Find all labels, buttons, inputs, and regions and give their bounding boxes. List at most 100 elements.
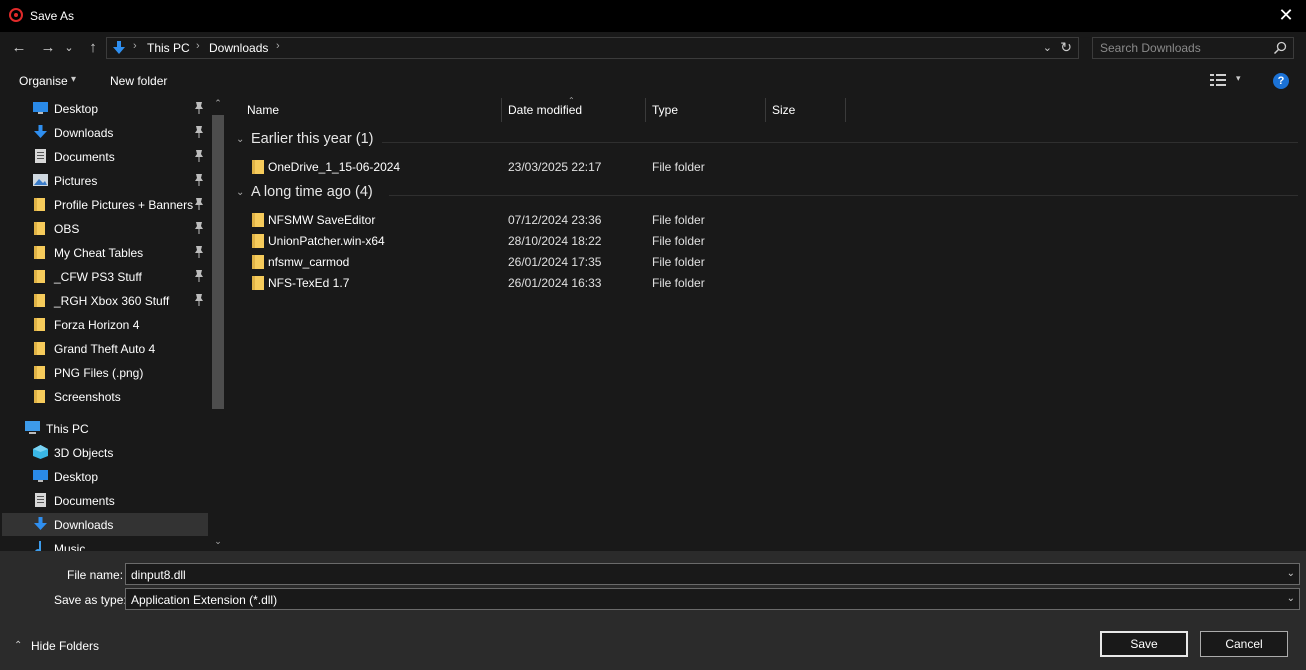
close-button[interactable]: ✕ bbox=[1274, 4, 1298, 28]
group-header[interactable]: ⌄ Earlier this year (1) bbox=[236, 131, 1296, 151]
sidebar-item-label: _RGH Xbox 360 Stuff bbox=[54, 294, 170, 308]
chevron-down-icon[interactable]: ⌄ bbox=[1287, 568, 1295, 579]
search-input[interactable]: Search Downloads bbox=[1092, 37, 1294, 59]
breadcrumb-separator: › bbox=[276, 40, 280, 52]
file-row[interactable]: OneDrive_1_15-06-2024 23/03/2025 22:17 Fil… bbox=[228, 156, 1298, 177]
chevron-down-icon[interactable]: ⌄ bbox=[236, 187, 244, 198]
sidebar-item-this-pc[interactable]: This PC bbox=[2, 417, 208, 440]
sidebar-item-this-pc-documents[interactable]: Documents bbox=[2, 489, 208, 512]
file-name: nfsmw_carmod bbox=[268, 255, 350, 269]
file-name-input[interactable]: dinput8.dll ⌄ bbox=[125, 563, 1300, 585]
sidebar-item-label: Documents bbox=[54, 150, 115, 164]
forward-button[interactable]: → bbox=[38, 38, 58, 58]
column-header-name[interactable]: Name bbox=[247, 103, 279, 121]
sidebar-item-rgh-xbox-360-stuff[interactable]: _RGH Xbox 360 Stuff bbox=[2, 289, 208, 312]
folder-icon bbox=[252, 213, 264, 227]
refresh-icon[interactable]: ↻ bbox=[1060, 39, 1072, 56]
sidebar-item-this-pc-downloads[interactable]: Downloads bbox=[2, 513, 208, 536]
new-folder-button[interactable]: New folder bbox=[110, 74, 167, 88]
file-row[interactable]: NFSMW SaveEditor 07/12/2024 23:36 File fol… bbox=[228, 209, 1298, 230]
hide-folders-button[interactable]: Hide Folders bbox=[31, 639, 99, 653]
column-divider[interactable] bbox=[501, 98, 502, 122]
sidebar-item-this-pc-music[interactable]: Music bbox=[2, 537, 208, 551]
view-options-icon[interactable] bbox=[1210, 74, 1226, 86]
scroll-down-icon[interactable]: ⌄ bbox=[212, 536, 224, 547]
column-header-size[interactable]: Size bbox=[772, 103, 795, 121]
sidebar-item-label: Desktop bbox=[54, 102, 99, 116]
sidebar-item-obs[interactable]: OBS bbox=[2, 217, 208, 240]
sidebar-item-forza-horizon-4[interactable]: Forza Horizon 4 bbox=[2, 313, 208, 336]
sidebar-item-desktop[interactable]: Desktop bbox=[2, 97, 208, 120]
sidebar-item-documents[interactable]: Documents bbox=[2, 145, 208, 168]
chevron-down-icon[interactable]: ⌄ bbox=[1287, 593, 1295, 604]
address-dropdown-icon[interactable]: ⌄ bbox=[1043, 41, 1052, 54]
sidebar-item-screenshots[interactable]: Screenshots bbox=[2, 385, 208, 408]
file-date-modified: 07/12/2024 23:36 bbox=[508, 213, 602, 227]
documents-icon bbox=[35, 493, 46, 507]
column-divider[interactable] bbox=[645, 98, 646, 122]
group-label: Earlier this year (1) bbox=[251, 131, 374, 147]
desktop-icon bbox=[33, 102, 48, 114]
address-bar[interactable]: › This PC › Downloads › ⌄ ↻ bbox=[106, 37, 1079, 59]
file-name-label: File name: bbox=[67, 568, 124, 582]
file-row[interactable]: NFS-TexEd 1.7 26/01/2024 16:33 File folder bbox=[228, 272, 1298, 293]
scroll-up-icon[interactable]: ⌃ bbox=[212, 98, 224, 109]
search-icon[interactable] bbox=[1273, 41, 1287, 55]
file-name-value: dinput8.dll bbox=[131, 568, 186, 582]
column-divider[interactable] bbox=[765, 98, 766, 122]
folder-icon bbox=[34, 198, 45, 211]
sidebar-item-my-cheat-tables[interactable]: My Cheat Tables bbox=[2, 241, 208, 264]
file-date-modified: 28/10/2024 18:22 bbox=[508, 234, 602, 248]
file-type: File folder bbox=[652, 160, 705, 174]
group-header[interactable]: ⌄ A long time ago (4) bbox=[236, 184, 1296, 204]
sidebar-item-downloads[interactable]: Downloads bbox=[2, 121, 208, 144]
column-divider[interactable] bbox=[845, 98, 846, 122]
save-button[interactable]: Save bbox=[1100, 631, 1188, 657]
breadcrumb-separator: › bbox=[196, 40, 200, 52]
sidebar-item-label: Screenshots bbox=[54, 390, 121, 404]
scrollbar-thumb[interactable] bbox=[212, 115, 224, 409]
view-dropdown-icon[interactable]: ▾ bbox=[1236, 73, 1241, 84]
file-row[interactable]: nfsmw_carmod 26/01/2024 17:35 File folder bbox=[228, 251, 1298, 272]
documents-icon bbox=[35, 149, 46, 163]
sidebar-item-label: Profile Pictures + Banners bbox=[54, 198, 194, 212]
column-header-type[interactable]: Type bbox=[652, 103, 678, 121]
sidebar-item-label: Music bbox=[54, 542, 86, 551]
cancel-button[interactable]: Cancel bbox=[1200, 631, 1288, 657]
sidebar-item-label: Pictures bbox=[54, 174, 98, 188]
save-as-type-value: Application Extension (*.dll) bbox=[131, 593, 278, 607]
sidebar-item-pictures[interactable]: Pictures bbox=[2, 169, 208, 192]
sidebar-item-png-files-png[interactable]: PNG Files (.png) bbox=[2, 361, 208, 384]
recent-locations-button[interactable]: ⌄ bbox=[62, 38, 76, 58]
window-title: Save As bbox=[30, 9, 75, 23]
column-header-date-modified[interactable]: Date modified bbox=[508, 103, 582, 121]
up-button[interactable]: ↑ bbox=[83, 38, 103, 58]
sidebar-item-profile-pictures-banners[interactable]: Profile Pictures + Banners bbox=[2, 193, 208, 216]
sidebar-item-this-pc-desktop[interactable]: Desktop bbox=[2, 465, 208, 488]
file-name: NFS-TexEd 1.7 bbox=[268, 276, 350, 290]
sidebar-item-label: OBS bbox=[54, 222, 80, 236]
sidebar-item-label: Desktop bbox=[54, 470, 99, 484]
sidebar-item-label: Downloads bbox=[54, 518, 114, 532]
breadcrumb-this-pc[interactable]: This PC bbox=[147, 41, 190, 55]
sidebar-item-label: Grand Theft Auto 4 bbox=[54, 342, 156, 356]
sidebar-item-grand-theft-auto-4[interactable]: Grand Theft Auto 4 bbox=[2, 337, 208, 360]
breadcrumb-downloads[interactable]: Downloads bbox=[209, 41, 268, 55]
folder-icon bbox=[252, 234, 264, 248]
folder-icon bbox=[252, 276, 264, 290]
sidebar-item-cfw-ps3-stuff[interactable]: _CFW PS3 Stuff bbox=[2, 265, 208, 288]
organise-dropdown-icon[interactable]: ▾ bbox=[71, 74, 76, 85]
chevron-up-icon[interactable]: ⌃ bbox=[14, 640, 22, 651]
sidebar-item-this-pc-3d-objects[interactable]: 3D Objects bbox=[2, 441, 208, 464]
pin-icon bbox=[195, 246, 203, 258]
back-button[interactable]: ← bbox=[9, 38, 29, 58]
organise-button[interactable]: Organise bbox=[19, 74, 68, 88]
sidebar-item-label: _CFW PS3 Stuff bbox=[54, 270, 142, 284]
title-bar: Save As ✕ bbox=[0, 0, 1306, 32]
help-icon[interactable]: ? bbox=[1273, 73, 1289, 89]
file-row[interactable]: UnionPatcher.win-x64 28/10/2024 18:22 File… bbox=[228, 230, 1298, 251]
save-as-type-select[interactable]: Application Extension (*.dll) ⌄ bbox=[125, 588, 1300, 610]
chevron-down-icon[interactable]: ⌄ bbox=[236, 134, 244, 145]
folder-icon bbox=[34, 318, 45, 331]
file-name: UnionPatcher.win-x64 bbox=[268, 234, 385, 248]
